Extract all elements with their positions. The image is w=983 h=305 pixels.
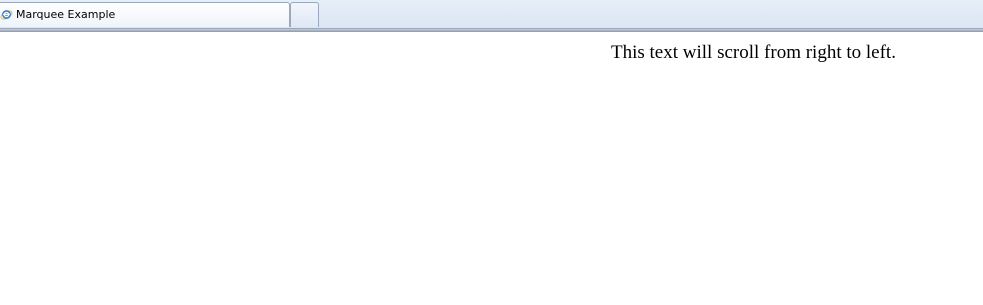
marquee-text: This text will scroll from right to left…	[611, 42, 896, 63]
new-tab-button[interactable]	[290, 2, 319, 27]
browser-window: Marquee Example This text will scroll fr…	[0, 0, 983, 305]
tab-marquee-example[interactable]: Marquee Example	[0, 2, 290, 27]
tab-title: Marquee Example	[16, 8, 116, 21]
ie-icon	[0, 8, 13, 21]
tab-strip: Marquee Example	[0, 0, 983, 29]
page-content: This text will scroll from right to left…	[0, 32, 983, 305]
